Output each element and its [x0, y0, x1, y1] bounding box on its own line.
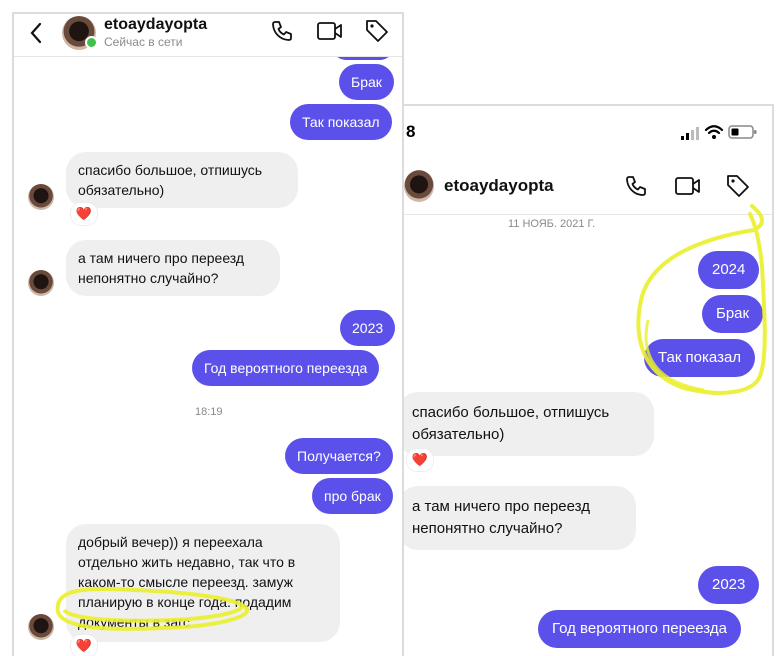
- left-screenshot: Брак Так показал спасибо большое, отпишу…: [12, 12, 404, 656]
- highlight-scribble: [55, 586, 250, 631]
- right-screenshot: 8 etoaydayopta 11 НОЯБ. 2021 Г. 2024 Бра…: [402, 104, 774, 656]
- highlight-scribble: [636, 204, 767, 395]
